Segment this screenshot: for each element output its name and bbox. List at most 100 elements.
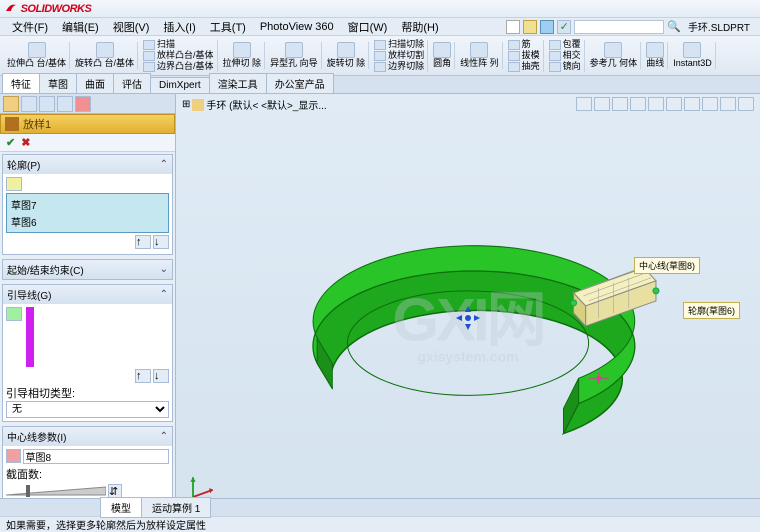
search-icon[interactable]: 🔍 [667, 20, 681, 33]
section-profile-head[interactable]: 轮廓(P) [7, 157, 40, 172]
plus-icon[interactable]: ⊞ [182, 99, 190, 110]
menu-help[interactable]: 帮助(H) [395, 18, 444, 36]
tab-office[interactable]: 办公室产品 [266, 73, 334, 93]
guide-tangent-select[interactable]: 无 [6, 401, 169, 418]
view-zoomfit-icon[interactable] [576, 97, 592, 111]
ribbon-boundary-cut[interactable]: 边界切除 [374, 62, 424, 72]
ribbon: 拉伸凸 台/基体 旋转凸 台/基体 扫描 放样凸台/基体 边界凸台/基体 拉伸切… [0, 36, 760, 76]
menu-tools[interactable]: 工具(T) [204, 18, 252, 36]
ribbon-boundary[interactable]: 边界凸台/基体 [143, 62, 214, 72]
tree-tab-featuretree-icon[interactable] [3, 96, 19, 112]
pm-ok-button[interactable]: ✔ [6, 136, 15, 149]
tree-tab-display-icon[interactable] [75, 96, 91, 112]
guide-tangent-label: 引导相切类型: [6, 385, 169, 401]
view-displaystyle-icon[interactable] [666, 97, 682, 111]
ribbon-loft-cut[interactable]: 放样切割 [374, 51, 424, 61]
viewport[interactable]: ⊞ 手环 (默认< <默认>_显示... GXI网 gxisystem.com [176, 94, 760, 514]
ribbon-curves[interactable]: 曲线 [643, 42, 668, 69]
expand-icon[interactable]: ⌄ [160, 264, 168, 275]
section-constraint-head[interactable]: 起始/结束约束(C) [7, 262, 84, 277]
app-logo: SOLIDWORKS [4, 2, 91, 15]
collapse-icon[interactable]: ⌃ [160, 159, 168, 170]
tab-evaluate[interactable]: 评估 [113, 73, 151, 93]
move-down-icon[interactable]: ↓ [153, 235, 169, 249]
facets-label: 截面数: [6, 466, 42, 482]
list-item[interactable]: 草图6 [9, 213, 166, 230]
pm-title: 放样1 [23, 116, 51, 132]
qat-new-icon[interactable] [506, 20, 520, 34]
move-down-icon[interactable]: ↓ [153, 369, 169, 383]
tab-sketch[interactable]: 草图 [39, 73, 77, 93]
view-appearance-icon[interactable] [702, 97, 718, 111]
ribbon-linear-pattern[interactable]: 线性阵 列 [457, 42, 503, 69]
status-message: 如果需要，选择更多轮廓然后为放样设定属性 [6, 517, 206, 532]
collapse-icon[interactable]: ⌃ [160, 431, 168, 442]
pm-cancel-button[interactable]: ✖ [21, 136, 30, 149]
view-zoomarea-icon[interactable] [594, 97, 610, 111]
tree-tab-dimxpert-icon[interactable] [57, 96, 73, 112]
callout-centerline[interactable]: 中心线(草图8) [634, 257, 700, 274]
centerline-select-icon[interactable] [6, 449, 21, 463]
menu-insert[interactable]: 插入(I) [157, 18, 201, 36]
section-guide-head[interactable]: 引导线(G) [7, 287, 51, 302]
view-section-icon[interactable] [630, 97, 646, 111]
view-rotate-icon[interactable] [612, 97, 628, 111]
menu-photoview[interactable]: PhotoView 360 [254, 20, 340, 34]
callout-profile[interactable]: 轮廓(草图6) [683, 302, 740, 319]
ribbon-sweep-cut[interactable]: 扫描切除 [374, 40, 424, 50]
facets-spinner-icon[interactable]: ⇵ [108, 484, 122, 498]
ribbon-rib[interactable]: 筋 [508, 40, 540, 50]
ribbon-shell[interactable]: 抽壳 [508, 62, 540, 72]
view-orientation-icon[interactable] [648, 97, 664, 111]
tab-surfaces[interactable]: 曲面 [76, 73, 114, 93]
ribbon-intersect[interactable]: 相交 [549, 51, 581, 61]
view-hideshow-icon[interactable] [684, 97, 700, 111]
filename-label: 手环.SLDPRT [684, 19, 754, 34]
profile-select-icon[interactable] [6, 177, 22, 191]
qat-save-icon[interactable] [540, 20, 554, 34]
ribbon-extrude-cut[interactable]: 拉伸切 除 [220, 42, 266, 69]
search-input[interactable] [574, 20, 664, 34]
tab-render[interactable]: 渲染工具 [209, 73, 267, 93]
ribbon-hole-wizard[interactable]: 异型孔 向导 [267, 42, 322, 69]
view-scene-icon[interactable] [720, 97, 736, 111]
menu-view[interactable]: 视图(V) [107, 18, 156, 36]
menu-window[interactable]: 窗口(W) [342, 18, 394, 36]
centerline-input[interactable] [23, 449, 169, 464]
guide-list[interactable] [26, 307, 34, 367]
ribbon-reference-geom[interactable]: 参考几 何体 [587, 42, 642, 69]
loft-icon [5, 117, 19, 131]
menu-file[interactable]: 文件(F) [6, 18, 54, 36]
qat-rebuild-icon[interactable]: ✓ [557, 20, 571, 34]
tab-features[interactable]: 特征 [2, 73, 40, 93]
tree-tab-config-icon[interactable] [39, 96, 55, 112]
ribbon-sweep[interactable]: 扫描 [143, 40, 214, 50]
ribbon-revolve-cut[interactable]: 旋转切 除 [324, 42, 370, 69]
section-centerline-head[interactable]: 中心线参数(I) [7, 429, 66, 444]
ribbon-draft[interactable]: 拔模 [508, 51, 540, 61]
tab-motion-study[interactable]: 运动算例 1 [141, 497, 211, 518]
property-manager: 放样1 ✔ ✖ 轮廓(P) ⌃ 草图7 草图6 ↑ ↓ [0, 94, 176, 514]
ribbon-mirror[interactable]: 镜向 [549, 62, 581, 72]
ribbon-instant3d[interactable]: Instant3D [670, 42, 716, 69]
ribbon-fillet[interactable]: 圆角 [430, 42, 455, 69]
tab-model[interactable]: 模型 [100, 497, 142, 518]
ribbon-loft[interactable]: 放样凸台/基体 [143, 51, 214, 61]
move-up-icon[interactable]: ↑ [135, 369, 151, 383]
list-item[interactable]: 草图7 [9, 196, 166, 213]
ribbon-wrap[interactable]: 包覆 [549, 40, 581, 50]
ribbon-extrude-boss[interactable]: 拉伸凸 台/基体 [4, 42, 70, 69]
rotate-gizmo-icon[interactable] [453, 303, 483, 333]
tab-dimxpert[interactable]: DimXpert [150, 77, 210, 93]
qat-open-icon[interactable] [523, 20, 537, 34]
menu-edit[interactable]: 编辑(E) [56, 18, 105, 36]
tree-tab-propmgr-icon[interactable] [21, 96, 37, 112]
part-icon [192, 99, 204, 111]
view-settings-icon[interactable] [738, 97, 754, 111]
facets-slider[interactable] [6, 485, 106, 497]
profile-list[interactable]: 草图7 草图6 [6, 193, 169, 233]
ribbon-revolve-boss[interactable]: 旋转凸 台/基体 [72, 42, 138, 69]
guide-select-icon[interactable] [6, 307, 22, 321]
move-up-icon[interactable]: ↑ [135, 235, 151, 249]
collapse-icon[interactable]: ⌃ [160, 289, 168, 300]
